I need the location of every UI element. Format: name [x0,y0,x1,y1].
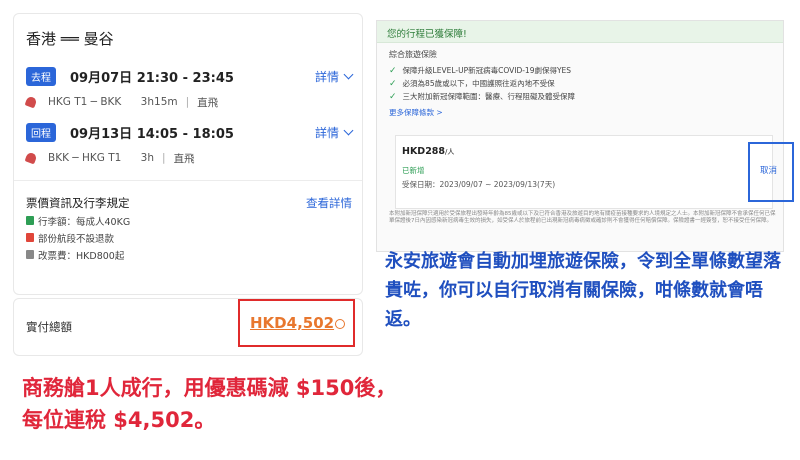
return-duration: 3h [140,152,155,164]
fare-section: 票價資訊及行李規定 查看詳情 行李額：每成人40KG 部份航段不設退款 改票費：… [26,194,352,263]
insurance-header: 您的行程已獲保障! [377,21,783,43]
cancel-label: 取消 [760,166,778,176]
red-annotation: 商務艙1人成行，用優惠碼減 $150後， 每位連稅 $4,502。 [22,372,582,436]
no-refund-icon [26,233,34,242]
fare-item: 部份航段不設退款 [26,229,352,246]
outbound-leg: 去程 09月07日 21:30 - 23:45 詳情 HKG T1 ─ BKK … [24,66,354,112]
insurance-price: HKD288/人 [402,146,455,157]
chevron-down-icon [343,125,354,135]
fare-details-link[interactable]: 查看詳情 [306,195,352,211]
more-terms-link[interactable]: 更多保障條款 > [389,107,771,118]
outbound-route: HKG T1 ─ BKK [48,96,122,108]
luggage-icon [26,216,34,225]
total-highlight-box: HKD4,502 [238,299,355,347]
total-amount[interactable]: HKD4,502 [250,314,334,332]
outbound-details-button[interactable]: 詳情 [314,68,354,85]
return-details-label: 詳情 [314,125,339,140]
outbound-time: 09月07日 21:30 - 23:45 [70,70,234,86]
route-title: 香港 ══ 曼谷 [26,30,114,48]
fare-item: 改票費：HKD800起 [26,246,352,263]
insurance-point: ✓ 三大附加新冠保障範圍：醫療、行程阻礙及體受保障 [389,91,576,102]
return-time: 09月13日 14:05 - 18:05 [70,126,234,142]
blue-annotation: 永安旅遊會自動加埋旅遊保險，令到全單條數望落貴咗，你可以自行取消有關保險，咁條數… [385,251,781,330]
return-leg: 回程 09月13日 14:05 - 18:05 詳情 BKK ─ HKG T1 … [24,122,354,168]
check-icon: ✓ [389,65,397,76]
check-icon: ✓ [389,78,397,89]
insurance-fine-print: 本附加新冠保障只適用於受保旅程出發時年齡為85歲或以下及已符合香港及旅遊目的地有… [389,211,776,225]
insurance-point: ✓ 必須為85歲或以下，中國護照往返內地不受保 [389,78,555,89]
insurance-subtitle: 綜合旅遊保險 [389,50,437,59]
red-annotation-line2: 每位連稅 $4,502。 [22,408,216,432]
total-label: 實付總額 [26,320,72,334]
return-tag: 回程 [26,122,56,142]
info-icon[interactable] [335,319,345,329]
outbound-type: 直飛 [197,96,219,109]
fare-title: 票價資訊及行李規定 [26,196,130,210]
insurance-card: 您的行程已獲保障! 綜合旅遊保險 ✓ 保障升級LEVEL-UP新冠病毒COVID… [376,20,794,252]
insurance-dates: 受保日期：2023/09/07 ~ 2023/09/13(7天) [402,180,556,189]
check-icon: ✓ [389,91,397,102]
airline-logo-icon [24,151,38,165]
total-bar: 實付總額 HKD4,502 [13,298,363,356]
fare-item: 行李額：每成人40KG [26,212,352,229]
chevron-down-icon [343,69,354,79]
insurance-status: 已新增 [402,166,425,175]
flight-card: 香港 ══ 曼谷 去程 09月07日 21:30 - 23:45 詳情 HKG … [13,13,363,295]
cancel-insurance-button[interactable]: 取消 [748,142,794,202]
return-route: BKK ─ HKG T1 [48,152,122,164]
change-fee-icon [26,250,34,259]
outbound-details-label: 詳情 [314,69,339,84]
airline-logo-icon [24,95,38,109]
red-annotation-line1: 商務艙1人成行，用優惠碼減 $150後， [22,376,397,400]
insurance-point: ✓ 保障升級LEVEL-UP新冠病毒COVID-19劇保得YES [389,65,572,76]
divider [14,180,362,181]
return-type: 直飛 [173,152,195,165]
outbound-tag: 去程 [26,66,56,86]
return-details-button[interactable]: 詳情 [314,124,354,141]
outbound-duration: 3h15m [140,96,178,108]
insurance-price-box: HKD288/人 已新增 受保日期：2023/09/07 ~ 2023/09/1… [395,135,794,209]
